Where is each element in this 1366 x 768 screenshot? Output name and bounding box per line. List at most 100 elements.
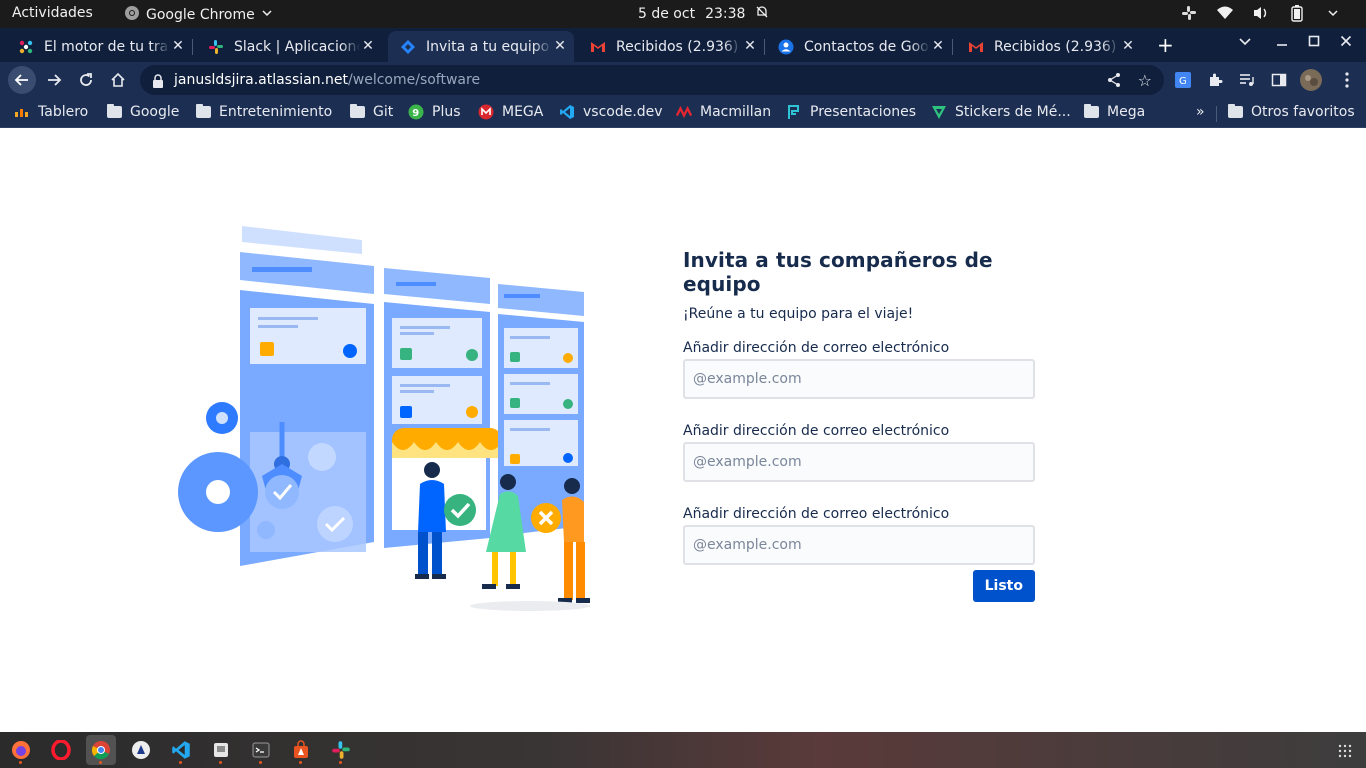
bookmark-label: Stickers de Mé... bbox=[955, 104, 1071, 120]
side-panel-icon[interactable] bbox=[1270, 71, 1288, 89]
lock-icon[interactable] bbox=[152, 73, 164, 88]
bookmark-label: Google bbox=[130, 104, 180, 120]
dock-firefox[interactable] bbox=[6, 735, 36, 765]
tab-title: El motor de tu trabajo bbox=[44, 38, 170, 55]
tab-jira-home[interactable]: El motor de tu trabajo ✕ bbox=[6, 31, 193, 62]
dock-opera[interactable] bbox=[46, 735, 76, 765]
arrow-left-icon bbox=[14, 74, 28, 86]
bookmark-presentaciones[interactable]: Presentaciones bbox=[786, 104, 916, 120]
app-menu[interactable]: Google Chrome bbox=[124, 5, 273, 25]
bookmark-star-icon[interactable]: ☆ bbox=[1138, 71, 1152, 90]
arrow-right-icon bbox=[48, 74, 62, 86]
presentaciones-icon bbox=[786, 104, 802, 120]
bookmark-mega-site[interactable]: MEGA bbox=[478, 104, 543, 120]
reload-button[interactable] bbox=[72, 66, 100, 94]
battery-icon[interactable] bbox=[1288, 4, 1306, 22]
dock-files[interactable] bbox=[206, 735, 236, 765]
close-window-button[interactable] bbox=[1340, 34, 1352, 52]
home-icon bbox=[111, 72, 125, 87]
tab-strip: El motor de tu trabajo ✕ Slack | Aplicac… bbox=[0, 28, 1366, 62]
url-domain: janusldsjira.atlassian.net bbox=[174, 72, 349, 88]
email-field-label: Añadir dirección de correo electrónico bbox=[683, 340, 950, 356]
share-icon[interactable] bbox=[1106, 72, 1122, 92]
more-bookmarks-button[interactable]: » bbox=[1196, 104, 1205, 120]
close-icon[interactable]: ✕ bbox=[742, 38, 758, 54]
close-icon[interactable]: ✕ bbox=[170, 38, 186, 54]
bookmark-label: Otros favoritos bbox=[1251, 104, 1355, 120]
dock-software-center[interactable] bbox=[286, 735, 316, 765]
tab-title: Recibidos (2.936) - bbox=[616, 38, 742, 55]
bookmark-stickers[interactable]: Stickers de Mé... bbox=[931, 104, 1071, 120]
close-icon[interactable]: ✕ bbox=[930, 38, 946, 54]
clock[interactable]: 5 de oct 23:38 bbox=[638, 5, 769, 23]
email-field-2[interactable] bbox=[683, 442, 1035, 482]
more-options-icon[interactable] bbox=[1338, 71, 1356, 89]
url-text[interactable]: janusldsjira.atlassian.net/welcome/softw… bbox=[174, 72, 480, 88]
dock-vscode[interactable] bbox=[166, 735, 196, 765]
slack-tray-icon[interactable] bbox=[1180, 4, 1198, 22]
files-icon bbox=[214, 743, 228, 757]
bookmark-label: Entretenimiento bbox=[219, 104, 333, 120]
terminal-icon bbox=[252, 742, 270, 758]
close-icon[interactable]: ✕ bbox=[552, 38, 568, 54]
gmail-icon bbox=[590, 39, 606, 55]
close-icon[interactable]: ✕ bbox=[1120, 38, 1136, 54]
bookmark-mega-folder[interactable]: Mega bbox=[1083, 104, 1145, 120]
bookmark-entretenimiento[interactable]: Entretenimiento bbox=[195, 104, 332, 120]
activities-button[interactable]: Actividades bbox=[12, 5, 93, 21]
tab-google-contacts[interactable]: Contactos de Google ✕ bbox=[766, 31, 953, 62]
translate-extension-icon[interactable]: G bbox=[1174, 71, 1192, 89]
extensions-puzzle-icon[interactable] bbox=[1206, 71, 1224, 89]
email-field-3[interactable] bbox=[683, 525, 1035, 565]
more-bookmarks-chevron: » bbox=[1196, 104, 1205, 120]
tab-gmail-2[interactable]: Recibidos (2.936) - ✕ bbox=[956, 31, 1142, 62]
browser-toolbar: janusldsjira.atlassian.net/welcome/softw… bbox=[0, 62, 1366, 98]
dock-inkscape[interactable] bbox=[126, 735, 156, 765]
opera-icon bbox=[51, 740, 71, 760]
system-tray[interactable] bbox=[1180, 4, 1342, 22]
team-board-illustration bbox=[170, 222, 600, 622]
done-button[interactable]: Listo bbox=[972, 570, 1035, 602]
bookmark-tablero[interactable]: Tablero bbox=[14, 104, 88, 120]
home-button[interactable] bbox=[104, 66, 132, 94]
date-label: 5 de oct bbox=[638, 6, 696, 22]
email-field-1[interactable] bbox=[683, 359, 1035, 399]
dock-slack[interactable] bbox=[326, 735, 356, 765]
bookmark-label: MEGA bbox=[502, 104, 544, 120]
dock-chrome[interactable] bbox=[86, 735, 116, 765]
tab-invite-team[interactable]: Invita a tu equipo de ✕ bbox=[388, 31, 574, 62]
folder-icon bbox=[106, 104, 122, 120]
bookmark-other-favorites[interactable]: Otros favoritos bbox=[1227, 104, 1355, 120]
email-field-label: Añadir dirección de correo electrónico bbox=[683, 506, 950, 522]
bookmark-macmillan[interactable]: Macmillan bbox=[676, 104, 771, 120]
bookmark-google[interactable]: Google bbox=[106, 104, 179, 120]
tab-gmail-1[interactable]: Recibidos (2.936) - ✕ bbox=[578, 31, 765, 62]
bookmark-vscode[interactable]: vscode.dev bbox=[559, 104, 663, 120]
forward-button[interactable] bbox=[40, 66, 68, 94]
email-field-label: Añadir dirección de correo electrónico bbox=[683, 423, 950, 439]
slack-icon bbox=[208, 39, 224, 55]
minimize-button[interactable] bbox=[1276, 34, 1288, 52]
profile-avatar[interactable] bbox=[1300, 69, 1322, 91]
dock-terminal[interactable] bbox=[246, 735, 276, 765]
chevron-down-icon[interactable] bbox=[1324, 4, 1342, 22]
vscode-icon bbox=[559, 104, 575, 120]
wifi-icon[interactable] bbox=[1216, 4, 1234, 22]
bookmark-git[interactable]: Git bbox=[349, 104, 393, 120]
media-playlist-icon[interactable] bbox=[1238, 71, 1256, 89]
new-tab-button[interactable]: + bbox=[1157, 35, 1174, 55]
maximize-button[interactable] bbox=[1308, 34, 1320, 52]
tab-search-button[interactable] bbox=[1238, 34, 1252, 52]
show-apps-grid-icon[interactable] bbox=[1338, 743, 1352, 758]
vscode-icon bbox=[172, 741, 190, 759]
back-button[interactable] bbox=[8, 66, 36, 94]
address-bar[interactable]: janusldsjira.atlassian.net/welcome/softw… bbox=[140, 65, 1164, 95]
page-content: Invita a tus compañeros de equipo ¡Reúne… bbox=[0, 132, 1366, 732]
time-label: 23:38 bbox=[705, 6, 746, 22]
close-icon[interactable]: ✕ bbox=[360, 38, 376, 54]
svg-text:G: G bbox=[1179, 76, 1187, 87]
tab-slack[interactable]: Slack | Aplicaciones ✕ bbox=[196, 31, 382, 62]
bookmark-label: Plus bbox=[432, 104, 461, 120]
volume-icon[interactable] bbox=[1252, 4, 1270, 22]
bookmark-plus[interactable]: 9 Plus bbox=[408, 104, 461, 120]
